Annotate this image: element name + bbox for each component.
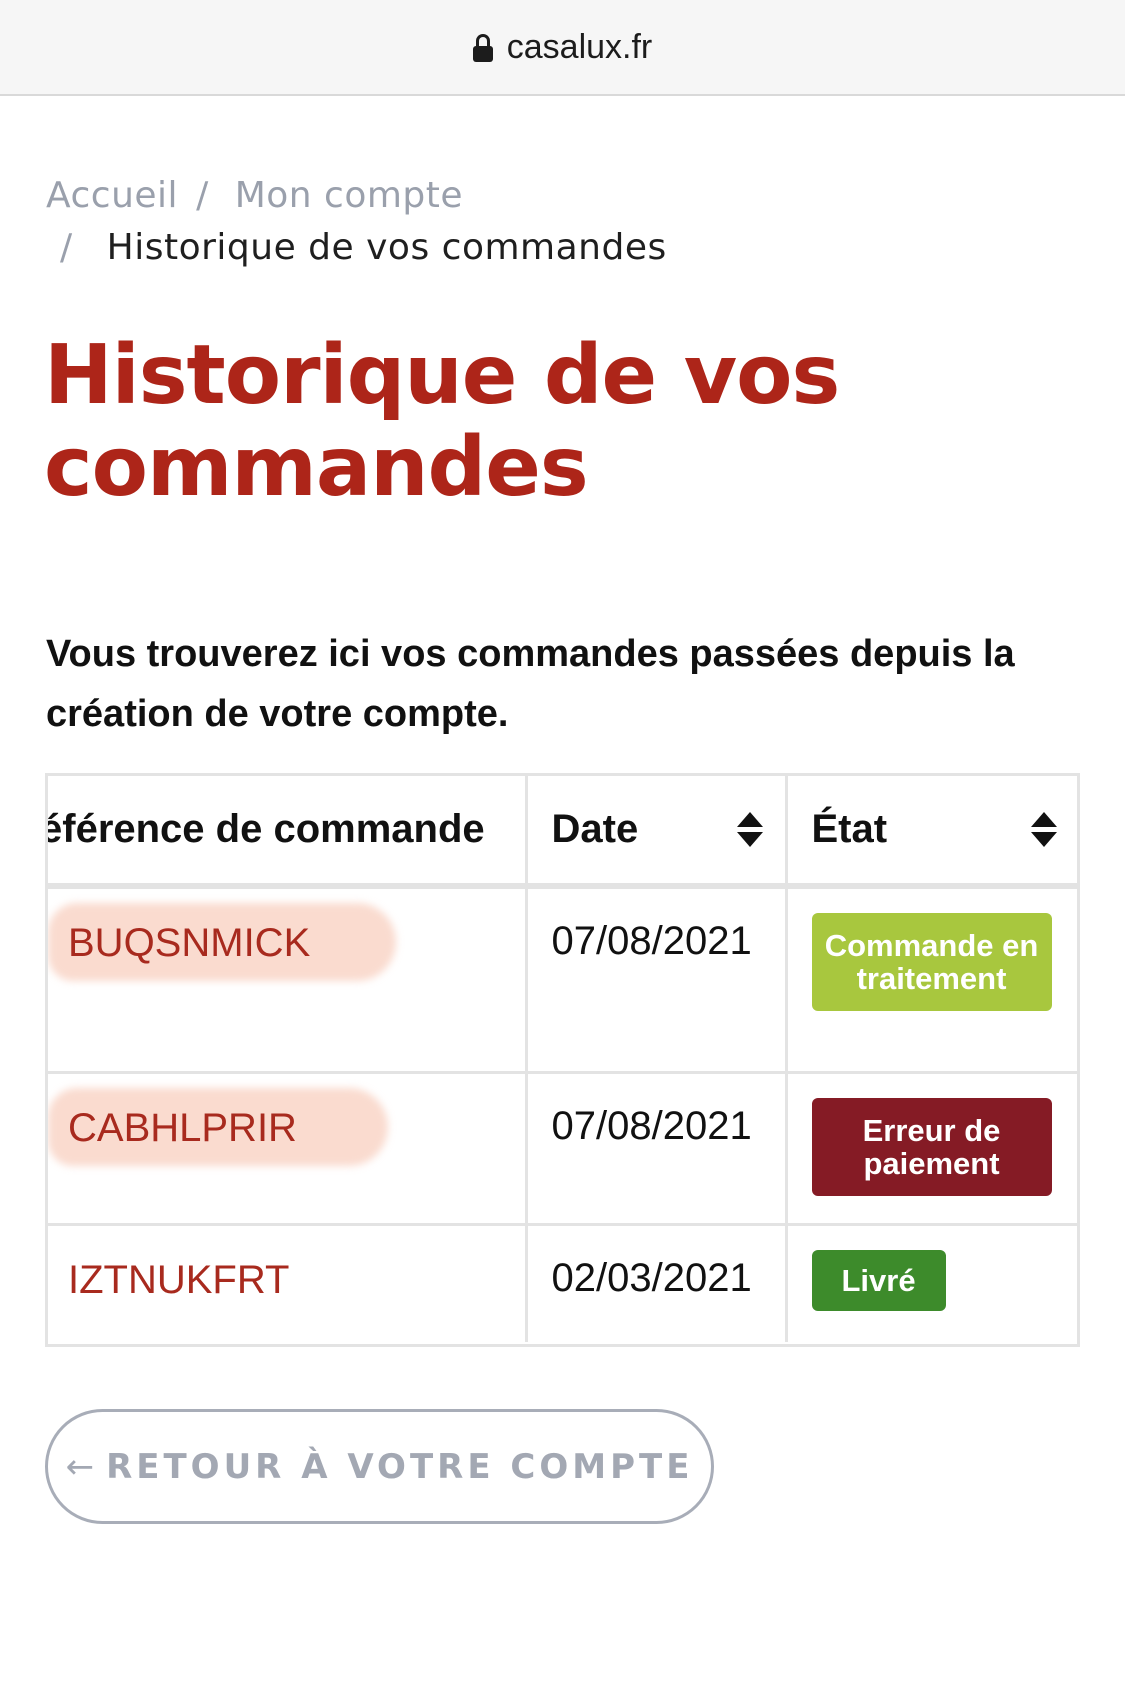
- column-header-date[interactable]: Date: [526, 776, 788, 889]
- breadcrumb-current: Historique de vos commandes: [106, 227, 667, 268]
- table-row: IZTNUKFRT 02/03/2021 Livré: [48, 1222, 1077, 1342]
- sort-icon[interactable]: [736, 811, 763, 848]
- orders-table: éférence de commande Date État BUQSNMICK…: [48, 776, 1077, 1342]
- page-title: Historique de vos commandes: [44, 330, 1074, 514]
- order-reference-link[interactable]: CABHLPRIR: [68, 1106, 297, 1150]
- status-badge: Livré: [811, 1249, 946, 1311]
- order-reference-link[interactable]: IZTNUKFRT: [68, 1258, 289, 1302]
- arrow-left-icon: ←: [65, 1446, 95, 1487]
- column-header-reference: éférence de commande: [48, 776, 528, 889]
- order-state-cell: Commande en traitement: [786, 886, 1077, 1072]
- order-reference-cell: BUQSNMICK: [48, 886, 528, 1072]
- breadcrumb-home-link[interactable]: Accueil: [46, 170, 178, 222]
- intro-text: Vous trouverez ici vos commandes passées…: [46, 633, 1015, 735]
- orders-table-container[interactable]: éférence de commande Date État BUQSNMICK…: [45, 773, 1080, 1347]
- page-title-line1: Historique de vos: [44, 328, 840, 423]
- column-header-state[interactable]: État: [786, 776, 1077, 889]
- lock-icon: [472, 34, 493, 62]
- order-date: 02/03/2021: [526, 1222, 788, 1342]
- page-title-line2: commandes: [44, 420, 589, 515]
- order-date: 07/08/2021: [526, 1070, 788, 1224]
- order-reference-link[interactable]: BUQSNMICK: [68, 921, 310, 965]
- status-badge: Commande en traitement: [811, 913, 1052, 1011]
- order-reference-cell: IZTNUKFRT: [48, 1222, 528, 1342]
- breadcrumb-separator: /: [60, 227, 73, 268]
- browser-address-bar[interactable]: casalux.fr: [0, 0, 1125, 96]
- breadcrumb-account-link[interactable]: Mon compte: [235, 170, 463, 222]
- status-badge: Erreur de paiement: [811, 1097, 1052, 1196]
- sort-icon[interactable]: [1030, 811, 1057, 848]
- breadcrumb-separator: /: [196, 175, 209, 216]
- back-to-account-button[interactable]: ← RETOUR À VOTRE COMPTE: [45, 1409, 714, 1524]
- order-state-cell: Livré: [786, 1222, 1077, 1342]
- order-date: 07/08/2021: [526, 886, 788, 1072]
- url-text: casalux.fr: [506, 27, 653, 66]
- order-reference-cell: CABHLPRIR: [48, 1070, 528, 1224]
- url-display[interactable]: casalux.fr: [472, 27, 653, 67]
- table-row: BUQSNMICK 07/08/2021 Commande en traitem…: [48, 886, 1077, 1072]
- table-header-row: éférence de commande Date État: [48, 776, 1077, 889]
- table-row: CABHLPRIR 07/08/2021 Erreur de paiement: [48, 1070, 1077, 1224]
- back-button-label: RETOUR À VOTRE COMPTE: [106, 1446, 694, 1487]
- order-state-cell: Erreur de paiement: [786, 1070, 1077, 1224]
- breadcrumb: Accueil / Mon compte / Historique de vos…: [46, 170, 1076, 274]
